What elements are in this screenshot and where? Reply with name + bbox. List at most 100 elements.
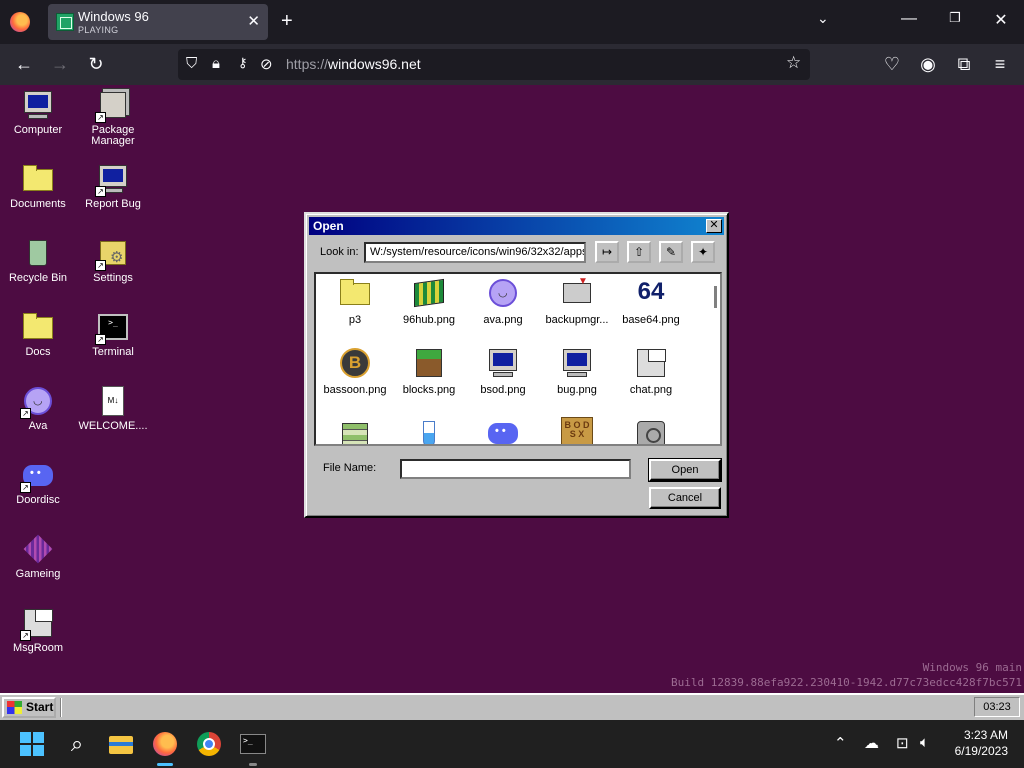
desktop-icon-msgroom[interactable]: ↗ MsgRoom [0,607,76,654]
file-item[interactable]: B O D S X [540,417,614,444]
desktop-icon-welcome[interactable]: M↓ WELCOME.... [75,385,151,432]
terminal-taskbar-icon[interactable]: >_ [239,730,267,766]
file-item[interactable]: backupmgr... [540,276,614,326]
show-hidden-icons-icon[interactable]: ⌃ [834,734,847,752]
96hub-icon [413,277,445,309]
bsod-icon [487,347,519,379]
volume-icon[interactable]: 🔈︎ [920,734,929,751]
taskbar-separator [60,698,62,717]
new-tab-icon[interactable]: + [281,10,293,33]
tab-title: Windows 96 [78,9,149,24]
pocket-icon[interactable]: ♡ [880,54,904,75]
file-item[interactable]: p3 [318,277,392,326]
file-explorer-icon[interactable] [107,730,135,758]
file-list[interactable]: p3 96hub.png ava.png backupmgr... 64 bas… [314,272,722,446]
edit-path-icon[interactable]: ✎ [659,241,683,263]
markdown-file-icon: M↓ [97,385,129,417]
file-item[interactable] [614,417,688,444]
discord-icon: ↗ [20,459,54,493]
up-folder-icon[interactable]: ⇧ [627,241,651,263]
desktop-icon-gameing[interactable]: Gameing [0,533,76,580]
menu-icon[interactable]: ≡ [988,54,1012,75]
go-button[interactable]: ↦ [595,241,619,263]
chat-icon [635,347,667,379]
windows-taskbar: ⌕ >_ ⌃ ☁ ⊡ 🔈︎ 3:23 AM 6/19/2023 [0,720,1024,768]
discord-icon [487,417,519,444]
system-clock[interactable]: 3:23 AM 6/19/2023 [955,727,1008,759]
desktop-icon-recycle-bin[interactable]: Recycle Bin [0,237,76,284]
desktop-icon-terminal[interactable]: >_ ↗ Terminal [75,311,151,358]
tab-audio-status: PLAYING [78,25,119,35]
camera-icon [635,417,667,444]
browser-tab-bar: Windows 96 PLAYING ✕ + ⌄ — ❐ ✕ [0,0,1024,44]
report-bug-icon: ↗ [95,163,129,197]
dialog-titlebar[interactable]: Open ✕ [309,217,724,235]
start-button[interactable]: Start [2,697,56,718]
msgroom-icon: ↗ [20,607,54,641]
file-item[interactable] [318,417,392,444]
network-icon[interactable]: ⊡ [896,734,909,752]
minimize-icon[interactable]: — [894,10,924,28]
restore-icon[interactable]: ❐ [940,10,970,26]
onedrive-icon[interactable]: ☁ [864,734,879,752]
desktop-icon-package-manager[interactable]: ↗ Package Manager [75,89,151,147]
bookmark-star-icon[interactable]: ☆ [786,53,801,73]
desktop-icon-docs[interactable]: Docs [0,311,76,358]
windows-logo-icon [7,701,22,714]
file-item[interactable]: 64 base64.png [614,277,688,326]
url-bar[interactable]: ⛉ 🔒︎ ⚷ ⊘ https://windows96.net ☆ [178,49,810,80]
list-all-tabs-icon[interactable]: ⌄ [817,10,829,27]
reload-icon[interactable]: ↻ [84,54,108,75]
file-item[interactable]: B bassoon.png [318,347,392,396]
blocks-icon [413,347,445,379]
file-item[interactable] [392,417,466,444]
new-folder-icon[interactable]: ✦ [691,241,715,263]
file-item[interactable]: ava.png [466,277,540,326]
file-item[interactable] [466,417,540,444]
folder-icon [22,163,54,195]
file-item[interactable]: bsod.png [466,347,540,396]
url-text[interactable]: https://windows96.net [286,56,421,72]
desktop-icon-ava[interactable]: ↗ Ava [0,385,76,432]
package-manager-icon: ↗ [95,89,129,123]
desktop-icon-documents[interactable]: Documents [0,163,76,210]
tracking-shield-icon[interactable]: ⛉ [186,55,197,72]
file-item[interactable]: 96hub.png [392,277,466,326]
firefox-icon[interactable] [10,12,30,32]
firefox-taskbar-icon[interactable] [151,730,179,766]
bassoon-icon: B [339,347,371,379]
tab-close-icon[interactable]: ✕ [247,12,260,30]
chrome-icon[interactable] [195,730,223,758]
back-arrow-icon[interactable]: ← [12,54,36,75]
file-item[interactable]: chat.png [614,347,688,396]
file-item[interactable]: blocks.png [392,347,466,396]
windows-start-icon[interactable] [20,732,44,756]
ava-icon [487,277,519,309]
dialog-title: Open [313,219,344,233]
desktop-icon-computer[interactable]: Computer [0,89,76,136]
account-icon[interactable]: ◉ [916,54,940,75]
close-window-icon[interactable]: ✕ [986,10,1016,30]
look-in-path[interactable]: W:/system/resource/icons/win96/32x32/app… [364,242,586,263]
file-item[interactable]: bug.png [540,347,614,396]
file-name-input[interactable] [400,459,631,479]
permissions-key-icon[interactable]: ⚷ [238,55,248,71]
desktop-icon-report-bug[interactable]: ↗ Report Bug [75,163,151,210]
browser-tab[interactable]: Windows 96 PLAYING ✕ [48,4,268,40]
look-in-label: Look in: [320,246,359,258]
terminal-icon: >_ ↗ [95,311,129,345]
extensions-icon[interactable]: ⧉ [952,54,976,75]
dialog-close-button[interactable]: ✕ [706,219,722,233]
autoplay-blocked-icon[interactable]: ⊘ [260,55,273,73]
scrollbar[interactable] [714,286,717,308]
search-icon[interactable]: ⌕ [63,730,91,758]
forward-arrow-icon[interactable]: → [48,54,72,75]
cancel-button[interactable]: Cancel [649,487,721,509]
lock-icon[interactable]: 🔒︎ [212,55,220,72]
open-button[interactable]: Open [648,458,722,482]
ava-icon: ↗ [20,385,54,419]
desktop-icon-doordisc[interactable]: ↗ Doordisc [0,459,76,506]
flask-icon [413,417,445,444]
win96-clock[interactable]: 03:23 [974,697,1020,717]
desktop-icon-settings[interactable]: ↗ Settings [75,237,151,284]
